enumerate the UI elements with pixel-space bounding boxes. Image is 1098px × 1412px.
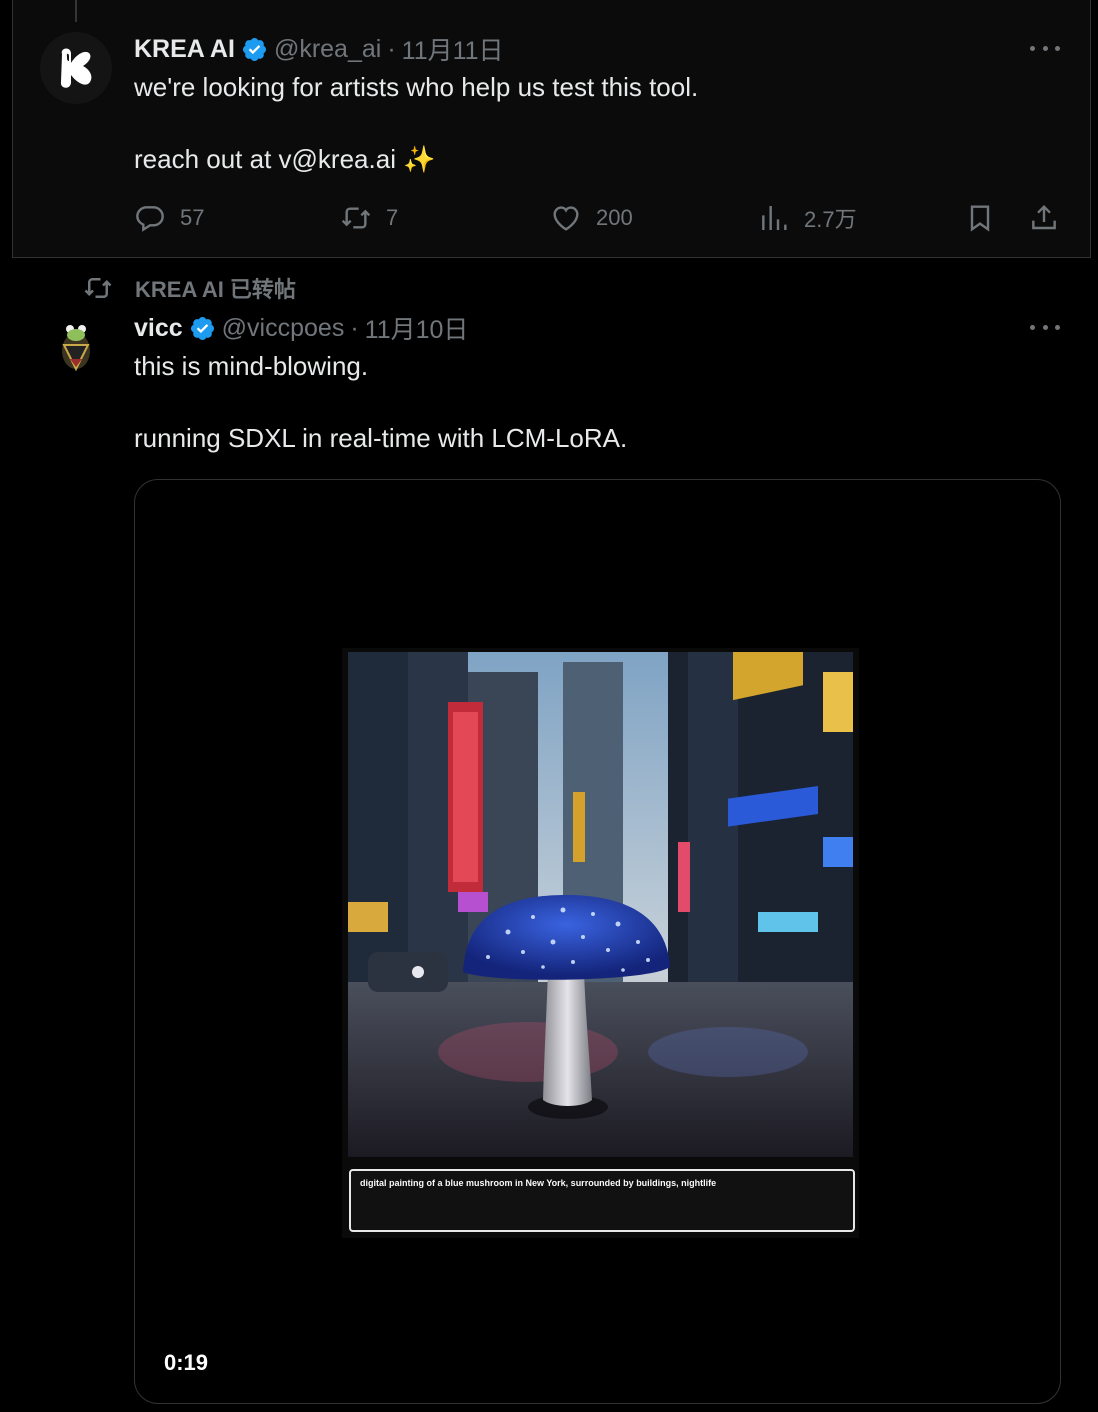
prompt-text: digital painting of a blue mushroom in N… — [360, 1178, 717, 1188]
share-button[interactable] — [1028, 198, 1074, 238]
repost-icon — [341, 207, 371, 229]
repost-button[interactable]: 7 — [340, 198, 398, 238]
repost-label-text: KREA AI 已转帖 — [135, 277, 296, 302]
repost-indicator[interactable]: KREA AI 已转帖 — [83, 272, 296, 304]
video-frame: digital painting of a blue mushroom in N… — [342, 648, 859, 1238]
reply-count: 57 — [180, 205, 205, 230]
thread-line — [75, 0, 77, 22]
tweet1-header: KREA AI @krea_ai · 11月11日 — [134, 32, 504, 66]
tweet2-text-line2: running SDXL in real-time with LCM-LoRA. — [134, 423, 628, 453]
author-handle[interactable]: @krea_ai — [274, 35, 381, 64]
tweet1-text-line1: we're looking for artists who help us te… — [134, 72, 699, 102]
author-name[interactable]: KREA AI — [134, 35, 235, 64]
author-handle[interactable]: @viccpoes — [222, 314, 345, 343]
repost-count: 7 — [386, 205, 399, 230]
view-count: 2.7万 — [804, 207, 857, 232]
verified-badge-icon — [190, 316, 214, 340]
author-name[interactable]: vicc — [134, 314, 183, 343]
tweet1-text-line2: reach out at v@krea.ai ✨ — [134, 144, 436, 174]
repost-icon — [84, 278, 112, 298]
views-button[interactable]: 2.7万 — [758, 198, 857, 238]
like-button[interactable]: 200 — [550, 198, 633, 238]
share-icon — [1032, 204, 1056, 230]
vicc-avatar[interactable] — [40, 311, 112, 383]
tweet2-header: vicc @viccpoes · 11月10日 — [134, 311, 468, 345]
krea-logo-icon — [40, 32, 112, 104]
frog-avatar-icon — [40, 311, 112, 383]
bookmark-icon — [970, 205, 990, 232]
more-options-icon[interactable] — [1030, 42, 1060, 54]
video-player[interactable]: digital painting of a blue mushroom in N… — [134, 479, 1061, 1404]
analytics-icon — [762, 206, 787, 230]
separator-dot: · — [350, 313, 359, 342]
bookmark-button[interactable] — [964, 198, 1010, 238]
separator-dot: · — [387, 34, 396, 63]
tweet1-actions: 57 7 200 2.7万 — [134, 198, 1064, 238]
verified-badge-icon — [242, 37, 266, 61]
tweet-date[interactable]: 11月10日 — [365, 310, 469, 346]
reply-button[interactable]: 57 — [134, 198, 204, 238]
heart-icon — [553, 206, 579, 231]
like-count: 200 — [596, 205, 633, 230]
video-duration: 0:19 — [164, 1350, 209, 1375]
reply-icon — [136, 206, 164, 232]
tweet-date[interactable]: 11月11日 — [402, 31, 504, 67]
mushroom-city-image — [348, 652, 853, 1157]
krea-avatar[interactable] — [40, 32, 112, 104]
more-options-icon[interactable] — [1030, 321, 1060, 333]
tweet2-text-line1: this is mind-blowing. — [134, 351, 369, 381]
prompt-input[interactable]: digital painting of a blue mushroom in N… — [349, 1169, 855, 1232]
